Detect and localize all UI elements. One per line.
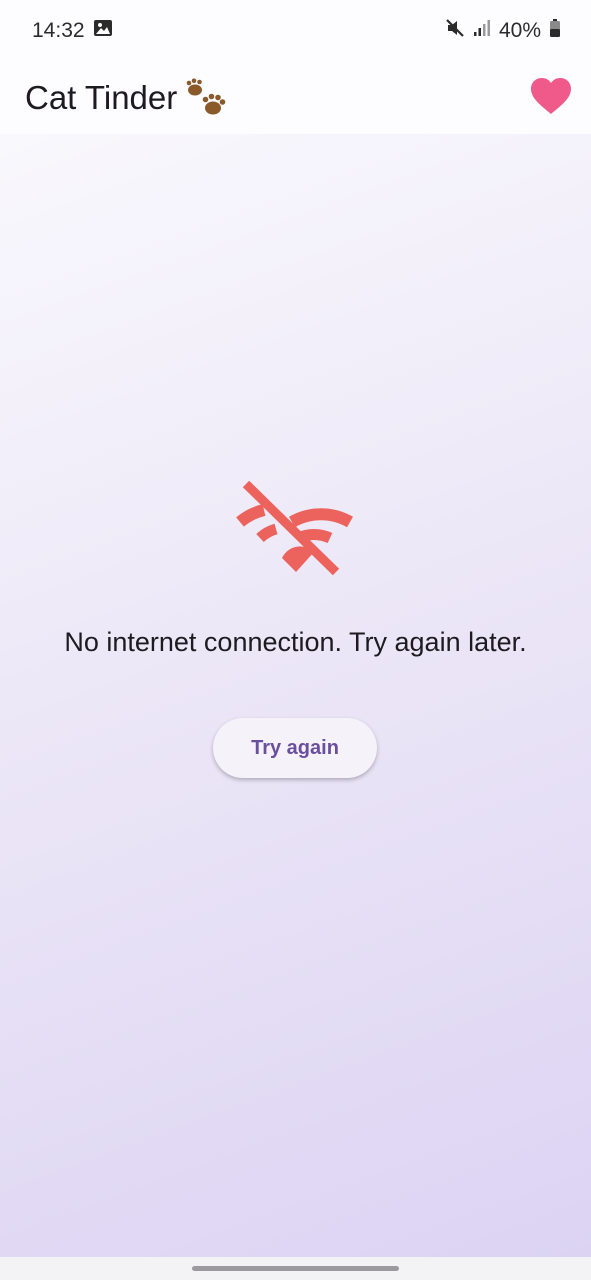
favorites-button[interactable] xyxy=(527,74,575,122)
navigation-bar xyxy=(0,1257,591,1280)
try-again-button[interactable]: Try again xyxy=(213,718,377,778)
status-bar: 14:32 40% xyxy=(0,0,591,62)
main-content xyxy=(0,134,591,1257)
error-message: No internet connection. Try again later. xyxy=(64,627,527,657)
status-left: 14:32 xyxy=(32,18,113,44)
signal-icon xyxy=(473,18,491,44)
status-time: 14:32 xyxy=(32,19,85,42)
battery-level: 40% xyxy=(498,19,541,42)
gallery-icon xyxy=(93,18,113,44)
app-title-text: Cat Tinder xyxy=(25,79,178,116)
wifi-off-icon xyxy=(236,480,354,576)
battery-icon xyxy=(549,18,561,44)
app-title: Cat Tinder xyxy=(25,78,227,118)
paw-prints-icon xyxy=(185,78,227,118)
heart-icon xyxy=(530,77,572,120)
home-handle[interactable] xyxy=(192,1266,399,1271)
mute-icon xyxy=(445,18,465,44)
app-bar: Cat Tinder xyxy=(0,62,591,134)
status-right: 40% xyxy=(445,18,561,44)
